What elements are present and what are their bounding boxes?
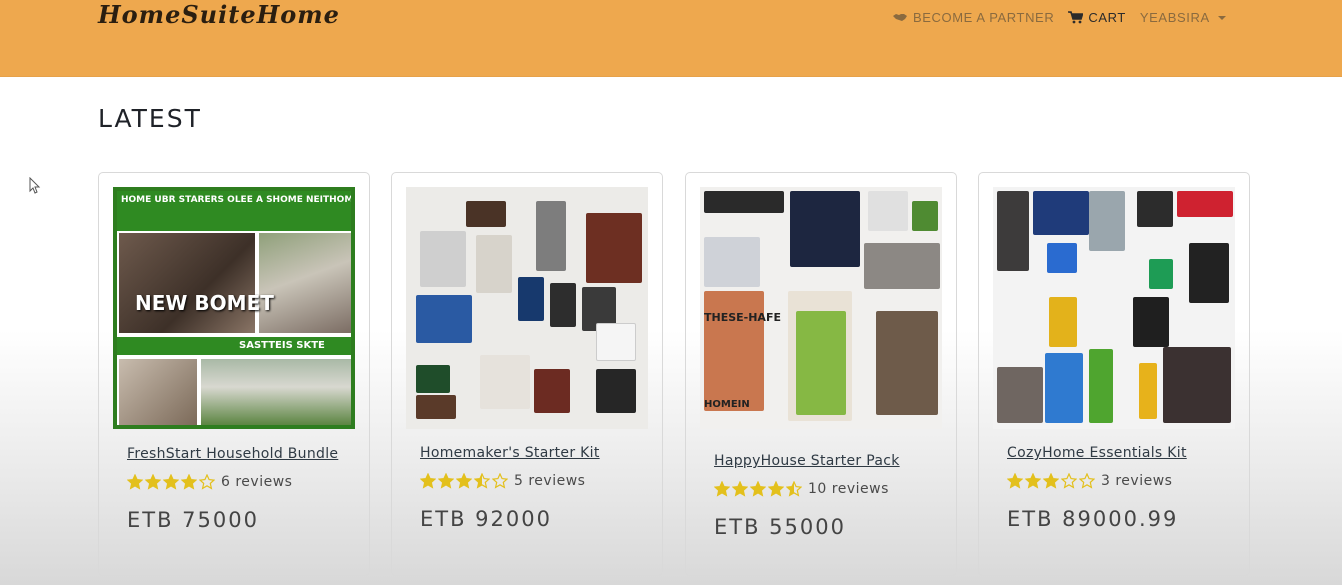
star-full-icon <box>1007 473 1023 489</box>
product-price: ETB 55000 <box>714 515 846 539</box>
cart-icon <box>1068 11 1084 24</box>
become-partner-label: BECOME A PARTNER <box>913 10 1055 25</box>
product-price: ETB 92000 <box>420 507 552 531</box>
star-full-icon <box>732 481 748 497</box>
star-full-icon <box>768 481 784 497</box>
star-full-icon <box>127 474 143 490</box>
product-price: ETB 75000 <box>127 508 259 532</box>
star-full-icon <box>750 481 766 497</box>
product-title[interactable]: Homemaker's Starter Kit <box>420 445 600 461</box>
product-title[interactable]: HappyHouse Starter Pack <box>714 453 900 469</box>
star-empty-icon <box>1079 473 1095 489</box>
product-title[interactable]: FreshStart Household Bundle <box>127 446 338 462</box>
product-image[interactable] <box>993 187 1235 429</box>
star-full-icon <box>456 473 472 489</box>
star-full-icon <box>145 474 161 490</box>
star-empty-icon <box>199 474 215 490</box>
review-count: 5 reviews <box>514 473 586 489</box>
image-label-text: THESE-HAFE <box>704 311 781 324</box>
product-rating: 3 reviews <box>1007 473 1172 489</box>
product-card[interactable]: CozyHome Essentials Kit 3 reviews ETB 89… <box>978 172 1250 576</box>
image-label-text: HOMEIN <box>704 399 750 410</box>
product-price: ETB 89000.99 <box>1007 507 1179 531</box>
star-full-icon <box>420 473 436 489</box>
product-image[interactable]: HOME UBR STARERS OLEE A SHOME NEITHOMRE … <box>113 187 355 429</box>
cart-link[interactable]: CART <box>1068 10 1126 25</box>
star-full-icon <box>181 474 197 490</box>
section-title-latest: LATEST <box>98 104 202 133</box>
cart-label: CART <box>1088 10 1126 25</box>
user-name: YEABSIRA <box>1139 10 1210 25</box>
product-card[interactable]: THESE-HAFE HOMEIN HappyHouse Starter Pac… <box>685 172 957 576</box>
star-full-icon <box>438 473 454 489</box>
nav-links: BECOME A PARTNER CART YEABSIRA <box>892 10 1226 25</box>
product-card[interactable]: HOME UBR STARERS OLEE A SHOME NEITHOMRE … <box>98 172 370 576</box>
user-menu-dropdown[interactable]: YEABSIRA <box>1140 10 1226 25</box>
star-empty-icon <box>492 473 508 489</box>
handshake-icon <box>893 14 907 21</box>
product-rating: 10 reviews <box>714 481 889 497</box>
product-title[interactable]: CozyHome Essentials Kit <box>1007 445 1187 461</box>
product-image[interactable] <box>406 187 648 429</box>
review-count: 10 reviews <box>808 481 889 497</box>
review-count: 3 reviews <box>1101 473 1173 489</box>
star-half-icon <box>786 481 802 497</box>
image-center-text: NEW BOMET <box>135 291 274 315</box>
product-rating: 5 reviews <box>420 473 585 489</box>
become-partner-link[interactable]: BECOME A PARTNER <box>892 10 1054 25</box>
image-header-text: HOME UBR STARERS OLEE A SHOME NEITHOMRE <box>121 195 355 205</box>
star-full-icon <box>714 481 730 497</box>
image-footer-text: SASTTEIS SKTE <box>239 340 325 351</box>
star-half-icon <box>474 473 490 489</box>
product-image[interactable]: THESE-HAFE HOMEIN <box>700 187 942 429</box>
product-rating: 6 reviews <box>127 474 292 490</box>
star-full-icon <box>1025 473 1041 489</box>
star-full-icon <box>1043 473 1059 489</box>
brand-logo[interactable]: HomeSuiteHome <box>98 0 340 29</box>
navbar: HomeSuiteHome BECOME A PARTNER CART YEAB… <box>0 0 1342 77</box>
caret-down-icon <box>1217 15 1226 20</box>
star-full-icon <box>163 474 179 490</box>
product-card[interactable]: Homemaker's Starter Kit 5 reviews ETB 92… <box>391 172 663 576</box>
review-count: 6 reviews <box>221 474 293 490</box>
mouse-cursor-icon <box>29 177 41 194</box>
star-empty-icon <box>1061 473 1077 489</box>
